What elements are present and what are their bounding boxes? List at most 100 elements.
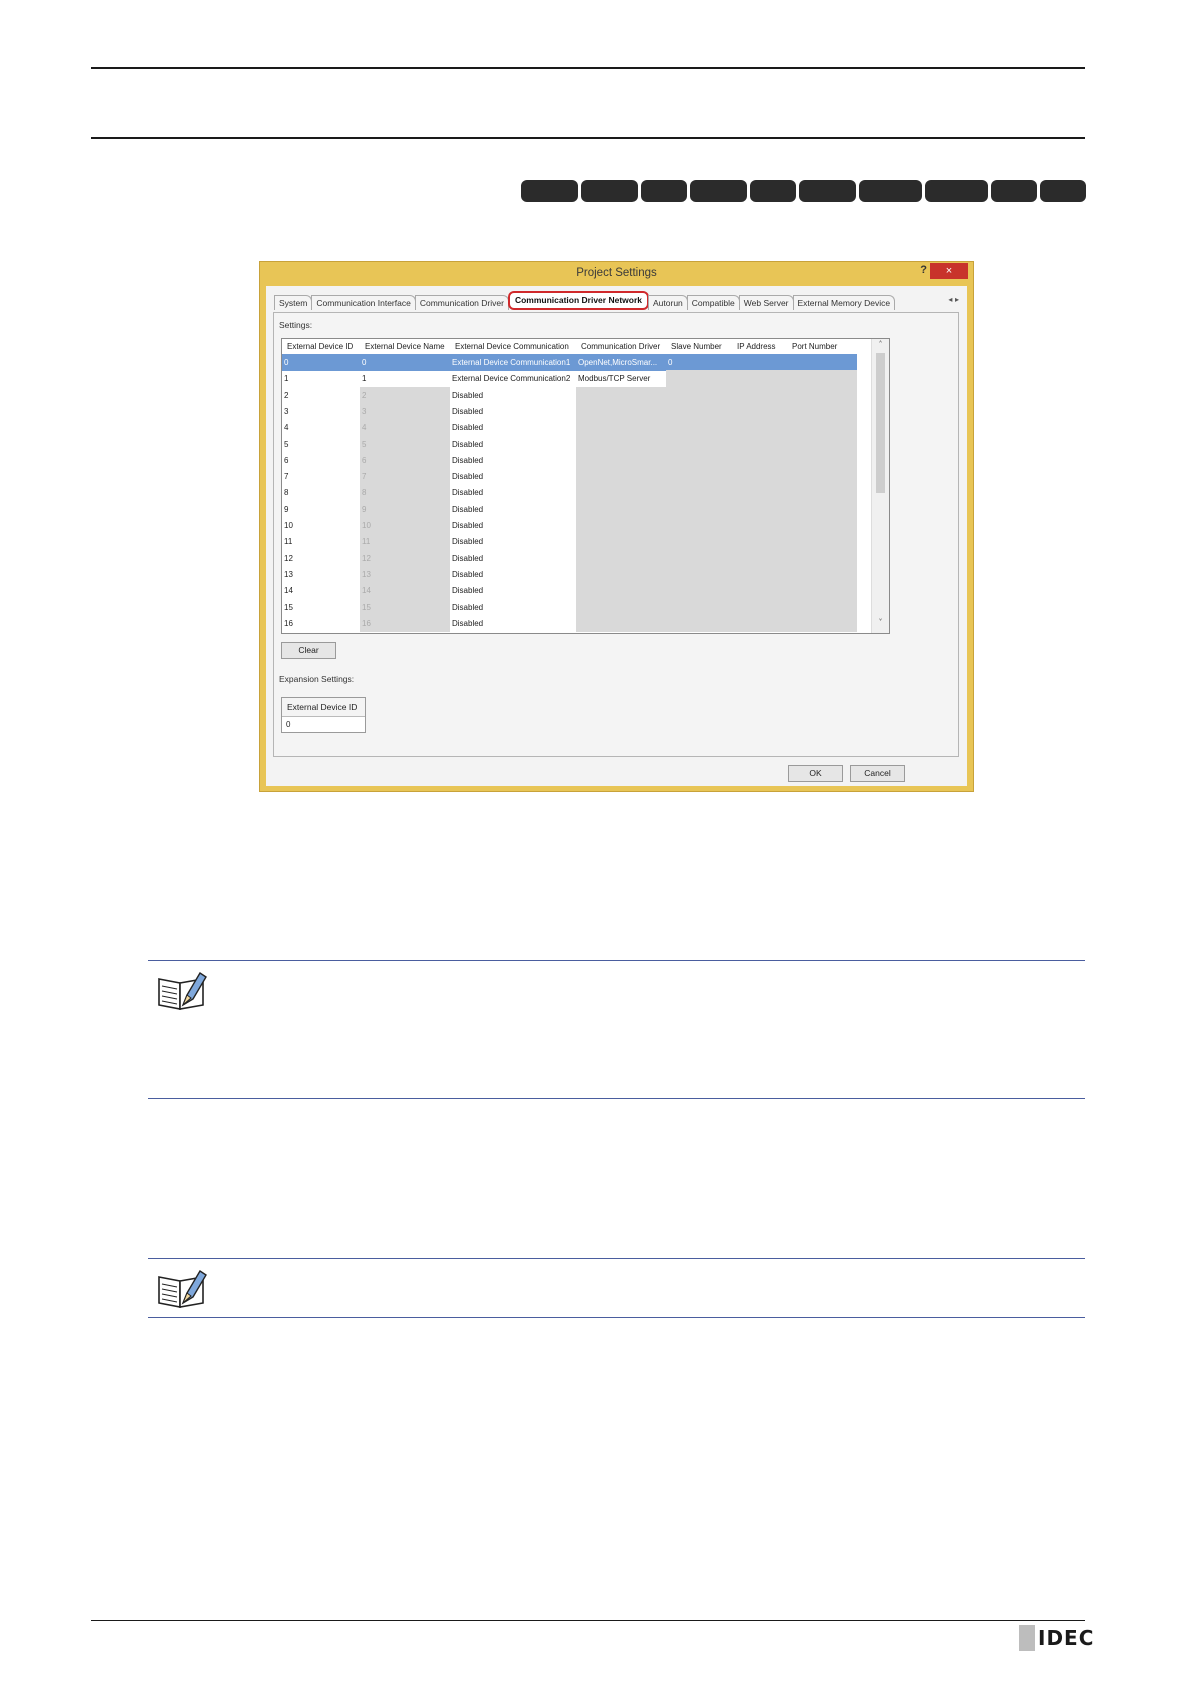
table-cell[interactable]: Disabled [450,566,576,583]
table-row[interactable]: 12 12 Disabled [282,549,872,567]
table-cell[interactable] [666,614,732,632]
table-cell[interactable] [787,402,857,420]
column-header[interactable]: Communication Driver [576,339,666,354]
table-cell[interactable]: 0 [666,354,732,371]
table-cell[interactable] [787,614,857,632]
column-header[interactable]: External Device Communication [450,339,576,354]
table-cell[interactable] [666,386,732,404]
table-cell[interactable] [732,614,787,632]
table-cell[interactable] [576,500,666,518]
table-cell[interactable] [666,370,732,388]
table-cell[interactable]: 2 [282,387,360,404]
table-cell[interactable] [787,419,857,437]
table-cell[interactable]: 8 [282,484,360,501]
table-cell[interactable]: Disabled [450,550,576,567]
table-cell[interactable]: 1 [282,370,360,387]
table-cell[interactable] [787,533,857,551]
table-row[interactable]: 2 2 Disabled [282,386,872,404]
table-cell[interactable]: Disabled [450,468,576,485]
close-button[interactable]: × [930,263,968,279]
scroll-thumb[interactable] [876,353,885,493]
help-icon[interactable]: ? [920,264,927,276]
table-cell[interactable] [576,435,666,453]
table-cell[interactable] [576,402,666,420]
table-cell[interactable]: 5 [282,436,360,453]
table-cell[interactable] [787,598,857,616]
settings-grid[interactable]: External Device ID External Device Name Ex… [281,338,890,634]
table-cell[interactable] [666,582,732,600]
table-cell[interactable]: 3 [282,403,360,420]
table-cell[interactable] [576,517,666,534]
table-row[interactable]: 15 15 Disabled [282,598,872,616]
table-cell[interactable]: Disabled [450,615,576,632]
table-cell[interactable]: Disabled [450,517,576,534]
table-cell[interactable]: Disabled [450,599,576,616]
table-cell[interactable] [732,565,787,583]
column-header[interactable]: Slave Number [666,339,732,354]
table-cell[interactable]: 16 [360,614,450,632]
table-cell[interactable] [732,582,787,600]
table-cell[interactable] [787,370,857,388]
table-cell[interactable] [576,386,666,404]
table-cell[interactable]: 4 [360,419,450,437]
table-cell[interactable] [732,419,787,437]
table-cell[interactable]: 8 [360,484,450,502]
table-cell[interactable]: 14 [360,582,450,600]
tab-communication-driver-network[interactable]: Communication Driver Network [507,291,649,310]
table-cell[interactable]: 9 [282,501,360,518]
table-cell[interactable]: Disabled [450,582,576,599]
table-cell[interactable]: 2 [360,386,450,404]
table-cell[interactable]: Disabled [450,436,576,453]
table-cell[interactable] [666,419,732,437]
table-cell[interactable]: 7 [282,468,360,485]
table-cell[interactable]: 15 [360,598,450,616]
table-cell[interactable] [732,500,787,518]
table-cell[interactable]: 6 [282,452,360,469]
table-cell[interactable]: 10 [360,517,450,534]
table-cell[interactable] [732,533,787,551]
table-cell[interactable]: 15 [282,599,360,616]
table-cell[interactable] [576,598,666,616]
table-cell[interactable]: 16 [282,615,360,632]
tab-compatible[interactable]: Compatible [686,295,740,310]
table-cell[interactable] [732,370,787,388]
table-cell[interactable] [666,565,732,583]
table-cell[interactable]: 5 [360,435,450,453]
table-row[interactable]: 1 1 External Device Communication2 Modbus/T… [282,370,872,388]
table-cell[interactable] [732,354,787,371]
table-cell[interactable] [576,614,666,632]
column-header[interactable]: External Device Name [360,339,450,354]
table-cell[interactable] [787,435,857,453]
column-header[interactable]: Port Number [787,339,857,354]
tab-communication-driver[interactable]: Communication Driver [414,295,509,310]
table-cell[interactable]: 1 [360,370,450,387]
table-cell[interactable]: 13 [360,565,450,583]
table-cell[interactable]: 3 [360,402,450,420]
table-cell[interactable] [787,451,857,469]
tab-communication-interface[interactable]: Communication Interface [311,295,416,310]
table-cell[interactable]: External Device Communication1 [450,354,576,371]
table-cell[interactable]: Modbus/TCP Server [576,370,666,387]
grid-scrollbar[interactable]: ˄ ˅ [871,339,889,633]
table-cell[interactable] [666,598,732,616]
table-cell[interactable] [666,533,732,551]
table-cell[interactable]: 12 [360,549,450,567]
table-row[interactable]: 6 6 Disabled [282,451,872,469]
expansion-grid[interactable]: External Device ID 0 [281,697,366,733]
table-cell[interactable] [787,484,857,502]
table-cell[interactable] [666,402,732,420]
table-row[interactable]: 8 8 Disabled [282,484,872,502]
table-row[interactable]: 16 16 Disabled [282,614,872,632]
table-cell[interactable]: 9 [360,500,450,518]
table-cell[interactable]: 14 [282,582,360,599]
table-cell[interactable] [666,468,732,486]
tab-web-server[interactable]: Web Server [738,295,794,310]
table-cell[interactable]: Disabled [450,484,576,501]
table-cell[interactable] [732,451,787,469]
table-cell[interactable] [787,500,857,518]
table-cell[interactable] [666,517,732,534]
ok-button[interactable]: OK [788,765,843,782]
table-cell[interactable] [787,517,857,534]
table-cell[interactable] [732,402,787,420]
table-cell[interactable]: 10 [282,517,360,534]
